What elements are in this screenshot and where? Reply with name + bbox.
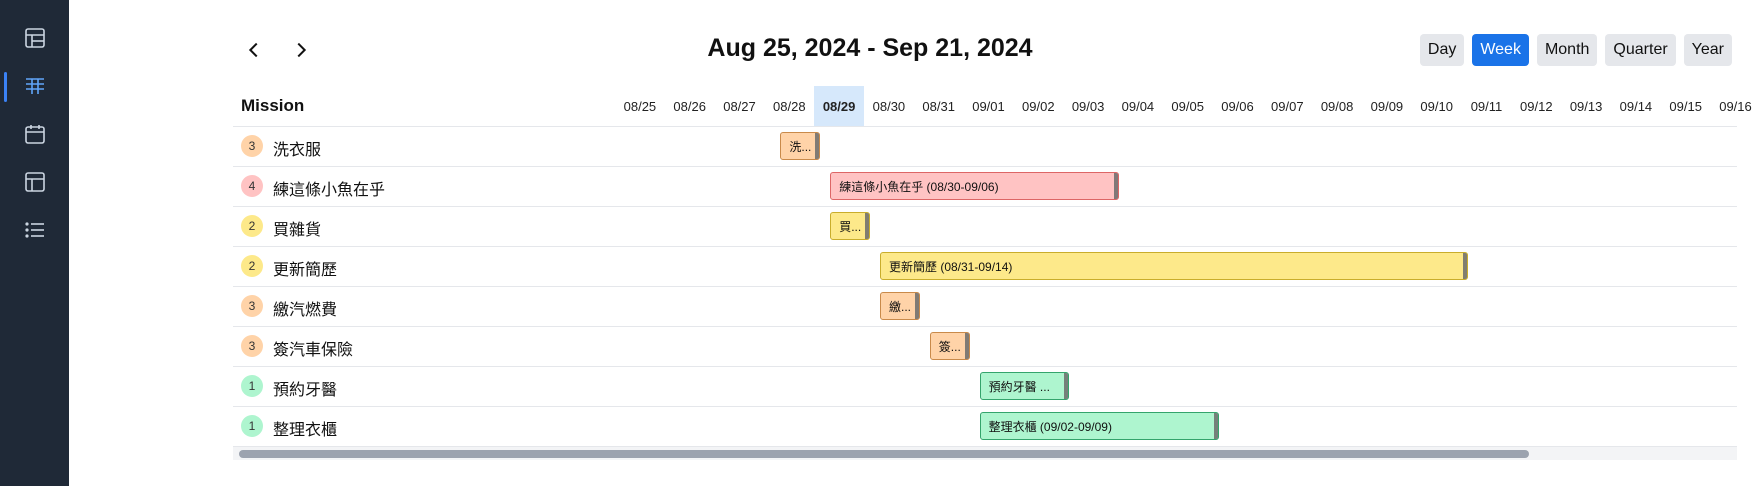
priority-badge: 4: [241, 175, 263, 197]
date-header: 09/03: [1071, 98, 1105, 114]
gantt-icon: [25, 78, 44, 94]
view-button-month[interactable]: Month: [1536, 34, 1598, 66]
mission-name[interactable]: 更新簡歷: [273, 256, 337, 280]
date-header: 09/09: [1370, 98, 1404, 114]
date-header: 08/31: [922, 98, 955, 114]
mission-row: 3 洗衣服 洗...: [233, 126, 1737, 166]
date-header: 08/26: [673, 98, 706, 114]
mission-name[interactable]: 預約牙醫: [273, 376, 337, 400]
priority-badge: 3: [241, 135, 263, 157]
date-header: 09/14: [1619, 98, 1653, 114]
date-header: 08/27: [723, 98, 756, 114]
task-bar[interactable]: 洗...: [780, 132, 821, 160]
sidebar-item-gantt[interactable]: [0, 64, 69, 108]
mission-row: 2 更新簡歷 更新簡歷 (08/31-09/14): [233, 246, 1737, 286]
next-button[interactable]: [283, 32, 319, 68]
mission-name[interactable]: 練這條小魚在乎: [273, 176, 385, 200]
date-header: 08/28: [773, 98, 806, 114]
date-header: 09/10: [1420, 98, 1453, 114]
mission-name[interactable]: 簽汽車保險: [273, 336, 353, 360]
date-header: 09/06: [1221, 98, 1254, 114]
date-header: 09/04: [1121, 98, 1155, 114]
date-header: 09/05: [1171, 98, 1204, 114]
task-bar[interactable]: 練這條小魚在乎 (08/30-09/06): [830, 172, 1119, 200]
view-button-week[interactable]: Week: [1472, 34, 1529, 66]
date-header: 08/25: [623, 98, 657, 114]
priority-badge: 1: [241, 375, 263, 397]
mission-name[interactable]: 繳汽燃費: [273, 296, 337, 320]
date-header: 09/02: [1022, 98, 1055, 114]
sidebar-item-layout[interactable]: [0, 160, 69, 204]
task-bar[interactable]: 買...: [830, 212, 870, 240]
task-bar[interactable]: 預約牙醫 ...: [979, 372, 1070, 400]
sidebar-item-list[interactable]: [0, 208, 69, 252]
scrollbar-thumb[interactable]: [239, 450, 1529, 458]
date-range-title: Aug 25, 2024 - Sep 21, 2024: [707, 34, 1033, 62]
list-icon: [24, 222, 44, 238]
mission-row: 3 繳汽燃費 繳...: [233, 286, 1737, 326]
horizontal-scrollbar[interactable]: [233, 446, 1737, 460]
view-switcher: Day Week Month Quarter Year: [1419, 34, 1732, 66]
date-header: 09/08: [1320, 98, 1354, 114]
table-icon: [24, 28, 45, 48]
priority-badge: 3: [241, 295, 263, 317]
date-header: 09/01: [972, 98, 1005, 114]
sidebar-item-calendar[interactable]: [0, 112, 69, 156]
mission-row: 1 整理衣櫃 整理衣櫃 (09/02-09/09): [233, 406, 1737, 446]
sidebar-item-table[interactable]: [0, 16, 69, 60]
mission-name[interactable]: 整理衣櫃: [273, 416, 337, 440]
prev-button[interactable]: [236, 32, 272, 68]
sidebar: [0, 0, 69, 486]
priority-badge: 1: [241, 415, 263, 437]
layout-icon: [24, 172, 45, 192]
priority-badge: 2: [241, 255, 263, 277]
task-bar[interactable]: 簽...: [929, 332, 970, 360]
date-header: 09/15: [1669, 98, 1702, 114]
mission-name[interactable]: 洗衣服: [273, 136, 321, 160]
priority-badge: 3: [241, 335, 263, 357]
mission-row: 3 簽汽車保險 簽...: [233, 326, 1737, 366]
calendar-icon: [24, 125, 45, 144]
date-header: 09/13: [1569, 98, 1603, 114]
date-header: 09/07: [1271, 98, 1304, 114]
task-bar[interactable]: 繳...: [880, 292, 920, 320]
date-header: 08/30: [872, 98, 906, 114]
view-button-day[interactable]: Day: [1419, 34, 1465, 66]
mission-column-header: Mission: [241, 96, 305, 115]
date-header: 09/12: [1520, 98, 1553, 114]
date-header: 08/29: [814, 86, 864, 126]
date-header: 09/11: [1470, 98, 1503, 114]
mission-row: 1 預約牙醫 預約牙醫 ...: [233, 366, 1737, 406]
gantt-grid: Mission 08/25 08/26 08/27 08/28 08/29 08/30 08…: [233, 86, 1752, 447]
view-button-year[interactable]: Year: [1683, 34, 1732, 66]
chevron-right-icon: [297, 42, 307, 58]
chevron-left-icon: [248, 42, 258, 58]
task-bar[interactable]: 更新簡歷 (08/31-09/14): [880, 252, 1468, 280]
task-bar[interactable]: 整理衣櫃 (09/02-09/09): [979, 412, 1219, 440]
date-header: 09/16: [1719, 98, 1752, 114]
mission-row: 2 買雜貨 買...: [233, 206, 1737, 246]
view-button-quarter[interactable]: Quarter: [1605, 34, 1676, 66]
priority-badge: 2: [241, 215, 263, 237]
mission-row: 4 練這條小魚在乎 練這條小魚在乎 (08/30-09/06): [233, 166, 1737, 206]
mission-name[interactable]: 買雜貨: [273, 216, 321, 240]
